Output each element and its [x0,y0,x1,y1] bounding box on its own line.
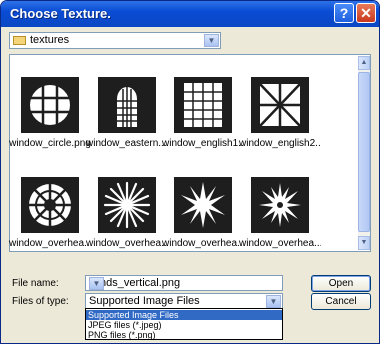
chevron-down-icon[interactable]: ▼ [266,295,281,308]
file-list[interactable]: window_circle.png window_eastern.... win… [9,54,371,252]
file-name: window_english2.... [239,138,321,149]
file-type-select[interactable]: Supported Image Files ▼ [85,293,283,309]
grid-window-icon [174,77,232,133]
arch-window-icon [98,77,156,133]
chevron-down-icon[interactable]: ▼ [89,277,104,290]
location-value: textures [30,34,70,46]
diamond-window-icon [251,77,309,133]
location-dropdown[interactable]: textures ▼ [9,32,221,49]
file-type-option[interactable]: Supported Image Files [86,310,282,320]
star-window-icon [174,177,232,233]
scroll-thumb[interactable] [358,72,370,232]
file-name: window_eastern.... [86,138,168,149]
file-type-dropdown-list: Supported Image Files JPEG files (*.jpeg… [85,308,283,340]
title-bar[interactable]: Choose Texture. ? ✕ [1,1,379,27]
scroll-down-icon[interactable]: ▼ [358,236,370,250]
file-name: window_overhea... [86,238,168,249]
choose-texture-dialog: Choose Texture. ? ✕ textures ▼ window_ci… [0,0,380,344]
open-button[interactable]: Open [311,275,371,292]
chevron-down-icon[interactable]: ▼ [204,34,219,47]
cancel-button[interactable]: Cancel [311,293,371,310]
file-name: window_overhea... [239,238,321,249]
file-name: window_overhea... [9,238,91,249]
file-name: window_english1.... [162,138,244,149]
radial-window-icon [98,177,156,233]
scroll-up-icon[interactable]: ▲ [358,56,370,70]
dialog-title: Choose Texture. [10,6,111,21]
file-name: window_overhea... [162,238,244,249]
close-button[interactable]: ✕ [356,3,376,23]
vertical-scrollbar[interactable]: ▲ ▼ [358,56,370,250]
file-type-option[interactable]: JPEG files (*.jpeg) [86,320,282,330]
file-type-option[interactable]: PNG files (*.png) [86,330,282,340]
file-type-value: Supported Image Files [89,295,200,307]
file-type-label: Files of type: [12,296,69,307]
file-name-input[interactable]: blinds_vertical.png ▼ [85,275,283,291]
star-window-icon [251,177,309,233]
circle-window-icon [21,77,79,133]
folder-icon [13,36,26,45]
file-name-label: File name: [12,278,59,289]
help-button[interactable]: ? [334,3,354,23]
radial-window-icon [21,177,79,233]
file-name: window_circle.png [9,138,91,149]
